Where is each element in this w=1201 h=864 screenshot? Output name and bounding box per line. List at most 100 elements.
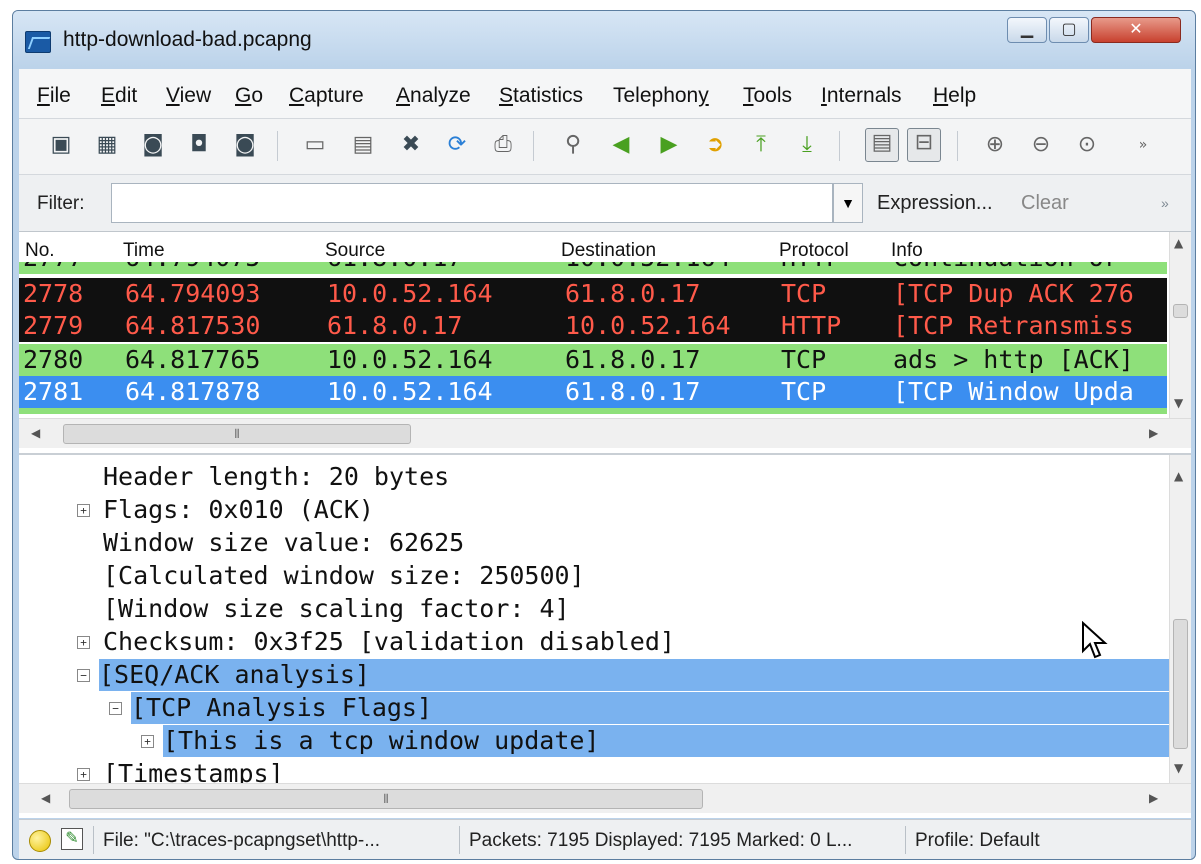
detail-line[interactable]: [Calculated window size: 250500] — [103, 560, 585, 592]
menu-item[interactable]: Analyze — [396, 84, 471, 108]
details-horizontal-scrollbar[interactable]: ◀ ⦀ ▶ — [19, 783, 1191, 813]
packet-cell-no: 2777 — [23, 262, 83, 270]
detail-line[interactable]: Header length: 20 bytes — [103, 461, 449, 493]
packet-row-selected[interactable]: 2781 64.817878 10.0.52.164 61.8.0.17 TCP [TCP… — [19, 376, 1167, 408]
filter-input[interactable] — [111, 183, 833, 223]
capture-comments-icon[interactable]: ✎ — [61, 828, 83, 850]
packet-cell-proto: TCP — [781, 377, 827, 406]
status-profile[interactable]: Profile: Default — [915, 830, 1040, 852]
zoom-out-icon[interactable]: ⊖ — [1027, 131, 1055, 159]
packet-row[interactable] — [19, 408, 1167, 414]
packet-cell-time: 64.817530 — [125, 311, 261, 340]
details-vertical-scrollbar[interactable]: ▲ ▼ — [1169, 455, 1191, 783]
minimize-button[interactable]: ▁ — [1007, 17, 1047, 43]
packet-row[interactable]: 2778 64.794093 10.0.52.164 61.8.0.17 TCP [TCP… — [19, 278, 1167, 310]
colorize-icon[interactable]: ▤ — [865, 128, 899, 162]
scroll-thumb[interactable] — [1173, 304, 1188, 318]
detail-line[interactable]: [Window size scaling factor: 4] — [103, 593, 570, 625]
menu-mnemonic: T — [743, 84, 754, 107]
zoom-normal-icon[interactable]: ⊙ — [1073, 131, 1101, 159]
menu-item[interactable]: Telephony — [613, 84, 709, 108]
detail-line[interactable]: Checksum: 0x3f25 [validation disabled] — [103, 626, 675, 658]
detail-line[interactable]: Window size value: 62625 — [103, 527, 464, 559]
menu-item[interactable]: Internals — [821, 84, 902, 108]
maximize-button[interactable]: ▢ — [1049, 17, 1089, 43]
scroll-up-icon[interactable]: ▲ — [1174, 469, 1183, 483]
packet-cell-proto: HTTP — [781, 311, 842, 340]
go-last-packet-icon[interactable]: ⤓ — [793, 131, 821, 159]
save-file-icon[interactable]: ▤ — [349, 131, 377, 159]
packet-cell-info: [TCP Retransmiss — [893, 311, 1134, 340]
column-header-source[interactable]: Source — [325, 240, 385, 262]
find-packet-icon[interactable]: ⚲ — [559, 131, 587, 159]
packet-cell-no: 2780 — [23, 345, 84, 374]
expand-icon[interactable]: + — [77, 768, 90, 781]
menu-item[interactable]: Help — [933, 84, 976, 108]
menu-item[interactable]: Edit — [101, 84, 137, 108]
scroll-down-icon[interactable]: ▼ — [1174, 761, 1183, 775]
packet-row[interactable]: 2779 64.817530 61.8.0.17 10.0.52.164 HTTP [TC… — [19, 310, 1167, 342]
packet-row[interactable]: 2777 64.794075 61.8.0.17 10.0.52.164 HTTP Con… — [19, 262, 1167, 274]
scroll-thumb[interactable] — [1173, 619, 1188, 749]
packet-list-vertical-scrollbar[interactable]: ▲ ▼ — [1169, 232, 1191, 424]
filter-overflow-icon[interactable]: » — [1161, 195, 1169, 211]
reload-icon[interactable]: ⟳ — [443, 131, 471, 159]
scroll-right-icon[interactable]: ▶ — [1149, 791, 1158, 805]
restart-capture-icon[interactable]: ◙ — [231, 131, 259, 159]
column-header-protocol[interactable]: Protocol — [779, 240, 849, 262]
capture-options-icon[interactable]: ▦ — [93, 131, 121, 159]
zoom-in-icon[interactable]: ⊕ — [981, 131, 1009, 159]
menu-item[interactable]: Capture — [289, 84, 364, 108]
auto-scroll-icon[interactable]: ⊟ — [907, 128, 941, 162]
menu-item[interactable]: View — [166, 84, 211, 108]
column-header-no[interactable]: No. — [25, 240, 55, 262]
detail-line[interactable]: [TCP Analysis Flags] — [131, 692, 1169, 724]
close-file-icon[interactable]: ✖ — [397, 131, 425, 159]
scroll-left-icon[interactable]: ◀ — [31, 426, 40, 440]
packet-list-header: No. Time Source Destination Protocol Inf… — [19, 232, 1167, 262]
collapse-icon[interactable]: − — [109, 702, 122, 715]
collapse-icon[interactable]: − — [77, 669, 90, 682]
scroll-thumb[interactable]: ⦀ — [63, 424, 411, 444]
detail-line[interactable]: [This is a tcp window update] — [163, 725, 1169, 757]
menu-item[interactable]: Statistics — [499, 84, 583, 108]
menu-label-part: dit — [115, 84, 138, 107]
filter-dropdown-button[interactable]: ▼ — [833, 183, 863, 223]
menu-mnemonic: E — [101, 84, 116, 107]
open-file-icon[interactable]: ▭ — [301, 131, 329, 159]
detail-line[interactable]: [SEQ/ACK analysis] — [99, 659, 1169, 691]
status-file: File: "C:\traces-pcapngset\http-... — [103, 830, 381, 851]
packet-row[interactable]: 2780 64.817765 10.0.52.164 61.8.0.17 TCP ads … — [19, 344, 1167, 376]
close-button[interactable]: ✕ — [1091, 17, 1181, 43]
scroll-thumb[interactable]: ⦀ — [69, 789, 703, 809]
menu-mnemonic: A — [396, 84, 411, 107]
go-back-icon[interactable]: ◀ — [607, 131, 635, 159]
menu-item[interactable]: Go — [235, 84, 263, 108]
go-first-packet-icon[interactable]: ⤒ — [747, 131, 775, 159]
interfaces-icon[interactable]: ▣ — [47, 131, 75, 159]
print-icon[interactable]: ⎙ — [489, 131, 517, 159]
scroll-down-icon[interactable]: ▼ — [1174, 396, 1183, 410]
scroll-left-icon[interactable]: ◀ — [41, 791, 50, 805]
menu-item[interactable]: File — [37, 84, 71, 108]
scroll-right-icon[interactable]: ▶ — [1149, 426, 1158, 440]
stop-capture-icon[interactable]: ◘ — [185, 131, 213, 159]
detail-line[interactable]: Flags: 0x010 (ACK) — [103, 494, 374, 526]
packet-cell-no: 2779 — [23, 311, 84, 340]
expression-button[interactable]: Expression... — [877, 192, 993, 215]
packet-list-horizontal-scrollbar[interactable]: ◀ ⦀ ▶ — [19, 418, 1191, 448]
go-forward-icon[interactable]: ▶ — [655, 131, 683, 159]
start-capture-icon[interactable]: ◙ — [139, 131, 167, 159]
expand-icon[interactable]: + — [77, 636, 90, 649]
go-to-packet-icon[interactable]: ➲ — [701, 131, 729, 159]
scroll-up-icon[interactable]: ▲ — [1174, 236, 1183, 250]
column-header-destination[interactable]: Destination — [561, 240, 656, 262]
expert-info-icon[interactable] — [29, 830, 51, 852]
menu-item[interactable]: Tools — [743, 84, 792, 108]
clear-button[interactable]: Clear — [1021, 192, 1069, 215]
column-header-info[interactable]: Info — [891, 240, 923, 262]
column-header-time[interactable]: Time — [123, 240, 165, 262]
toolbar-overflow-icon[interactable]: » — [1129, 131, 1157, 159]
expand-icon[interactable]: + — [141, 735, 154, 748]
expand-icon[interactable]: + — [77, 504, 90, 517]
